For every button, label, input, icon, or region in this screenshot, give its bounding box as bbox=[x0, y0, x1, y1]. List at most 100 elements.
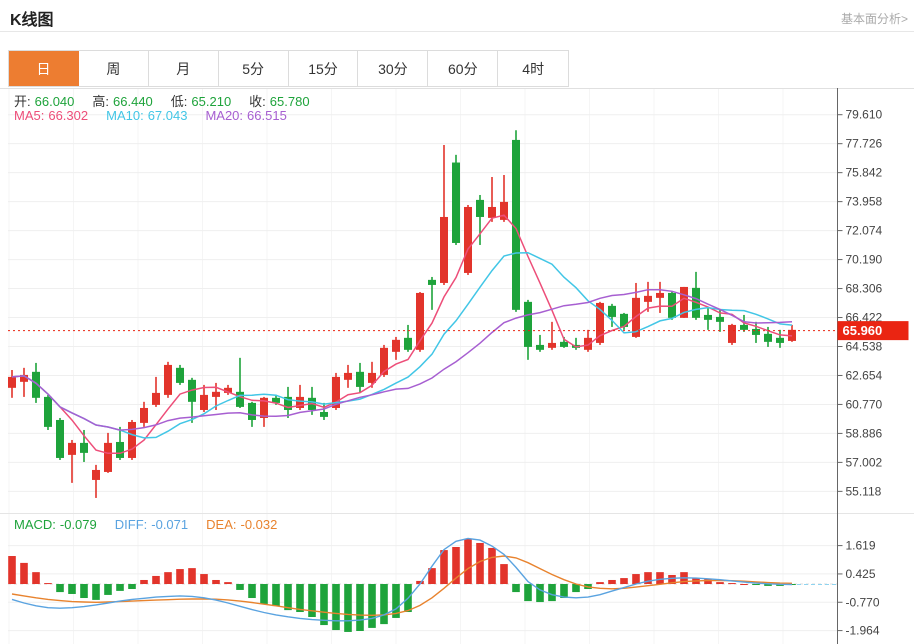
macd-bar bbox=[728, 583, 736, 585]
macd-bar bbox=[620, 578, 628, 585]
macd-bar bbox=[464, 538, 472, 585]
tab-0[interactable]: 日 bbox=[9, 51, 79, 86]
fundamental-analysis-link[interactable]: 基本面分析> bbox=[841, 10, 908, 27]
y-axis-label: 57.002 bbox=[846, 455, 883, 469]
indicator-item: MA20: 66.515 bbox=[205, 108, 287, 123]
tab-4[interactable]: 15分 bbox=[288, 51, 359, 86]
y-axis-label: 55.118 bbox=[846, 484, 882, 498]
macd-bar bbox=[128, 584, 136, 589]
macd-bar bbox=[212, 579, 220, 585]
header-divider bbox=[0, 31, 914, 32]
candle-body bbox=[740, 324, 748, 330]
macd-bar bbox=[116, 584, 124, 591]
candle-body bbox=[104, 442, 112, 472]
macd-bar bbox=[536, 584, 544, 603]
indicator-item: 收: 65.780 bbox=[249, 94, 310, 109]
candle-body bbox=[56, 419, 64, 458]
macd-bar bbox=[68, 584, 76, 594]
macd-bar bbox=[596, 582, 604, 585]
macd-bar bbox=[740, 584, 748, 586]
candle-body bbox=[344, 372, 352, 380]
macd-bar bbox=[224, 582, 232, 585]
macd-bar bbox=[704, 579, 712, 585]
macd-bar bbox=[512, 584, 520, 593]
y-axis-label: -0.770 bbox=[846, 595, 880, 609]
macd-bar bbox=[176, 569, 184, 585]
indicator-item: MACD: -0.079 bbox=[14, 517, 97, 532]
y-axis-label: -1.964 bbox=[846, 624, 880, 638]
tab-5[interactable]: 30分 bbox=[358, 51, 429, 86]
macd-bar bbox=[272, 584, 280, 607]
candle-body bbox=[428, 279, 436, 285]
y-axis-label: 77.726 bbox=[846, 137, 883, 151]
y-axis-label: 79.610 bbox=[846, 108, 883, 122]
ma10-line bbox=[11, 251, 793, 439]
tab-6[interactable]: 60分 bbox=[428, 51, 499, 86]
kline-chart: 79.610 77.726 75.842 73.958 72.074 70.190 68.3… bbox=[0, 88, 914, 644]
macd-bar bbox=[320, 584, 328, 626]
candle-body bbox=[548, 342, 556, 348]
candle-body bbox=[524, 301, 532, 347]
macd-bar bbox=[56, 584, 64, 593]
macd-bar bbox=[380, 584, 388, 625]
macd-bar bbox=[716, 582, 724, 585]
candle-body bbox=[644, 295, 652, 302]
candle-body bbox=[476, 199, 484, 217]
candle-body bbox=[728, 324, 736, 343]
tab-2[interactable]: 月 bbox=[148, 51, 219, 86]
chart-canvas[interactable]: 79.610 77.726 75.842 73.958 72.074 70.190 68.3… bbox=[0, 88, 914, 644]
macd-bar bbox=[188, 568, 196, 585]
candle-body bbox=[116, 441, 124, 458]
kline-widget: { "header": { "title": "K线图", "link": "基… bbox=[0, 0, 914, 644]
indicator-item: MA5: 66.302 bbox=[14, 108, 89, 123]
macd-bar bbox=[548, 584, 556, 602]
macd-bar bbox=[524, 584, 532, 602]
tab-7[interactable]: 4时 bbox=[498, 51, 569, 86]
indicator-item: DIFF: -0.071 bbox=[114, 517, 189, 532]
macd-bar bbox=[164, 572, 172, 585]
macd-bar bbox=[344, 584, 352, 632]
macd-bar bbox=[80, 584, 88, 599]
candle-body bbox=[716, 316, 724, 322]
candle-body bbox=[752, 328, 760, 335]
macd-bar bbox=[8, 556, 16, 585]
macd-bar bbox=[308, 584, 316, 617]
macd-bar bbox=[20, 562, 28, 585]
indicator-item: 开: 66.040 bbox=[14, 94, 75, 109]
macd-bar bbox=[500, 564, 508, 585]
candle-body bbox=[608, 305, 616, 317]
candle-body bbox=[488, 206, 496, 218]
macd-bar bbox=[368, 584, 376, 628]
candle-body bbox=[164, 364, 172, 395]
candle-body bbox=[464, 206, 472, 273]
candle-body bbox=[212, 391, 220, 397]
candle-body bbox=[152, 392, 160, 405]
tab-1[interactable]: 周 bbox=[78, 51, 149, 86]
candle-body bbox=[440, 216, 448, 283]
candle-body bbox=[236, 391, 244, 407]
macd-bar bbox=[140, 579, 148, 585]
y-axis-label: 70.190 bbox=[846, 253, 883, 267]
y-axis-label: 60.770 bbox=[846, 397, 883, 411]
candle-body bbox=[92, 469, 100, 480]
macd-bar bbox=[752, 584, 760, 586]
candle-body bbox=[200, 394, 208, 410]
y-axis-label: 72.074 bbox=[846, 224, 883, 238]
y-axis-label: 68.306 bbox=[846, 282, 883, 296]
tab-3[interactable]: 5分 bbox=[218, 51, 289, 86]
macd-bar bbox=[44, 583, 52, 585]
candle-body bbox=[776, 337, 784, 343]
macd-bar bbox=[488, 547, 496, 585]
candle-body bbox=[248, 402, 256, 420]
indicator-item: MA10: 67.043 bbox=[106, 108, 188, 123]
candle-body bbox=[356, 371, 364, 387]
indicator-item: 高: 66.440 bbox=[92, 94, 153, 109]
macd-bar bbox=[632, 574, 640, 585]
candle-body bbox=[176, 367, 184, 383]
macd-bar bbox=[248, 584, 256, 599]
current-price-label: 65.960 bbox=[843, 323, 883, 338]
macd-bar bbox=[356, 584, 364, 631]
candle-body bbox=[656, 292, 664, 298]
macd-bar bbox=[236, 584, 244, 590]
macd-readout: MACD: -0.079 DIFF: -0.071 DEA: -0.032 bbox=[14, 517, 295, 532]
